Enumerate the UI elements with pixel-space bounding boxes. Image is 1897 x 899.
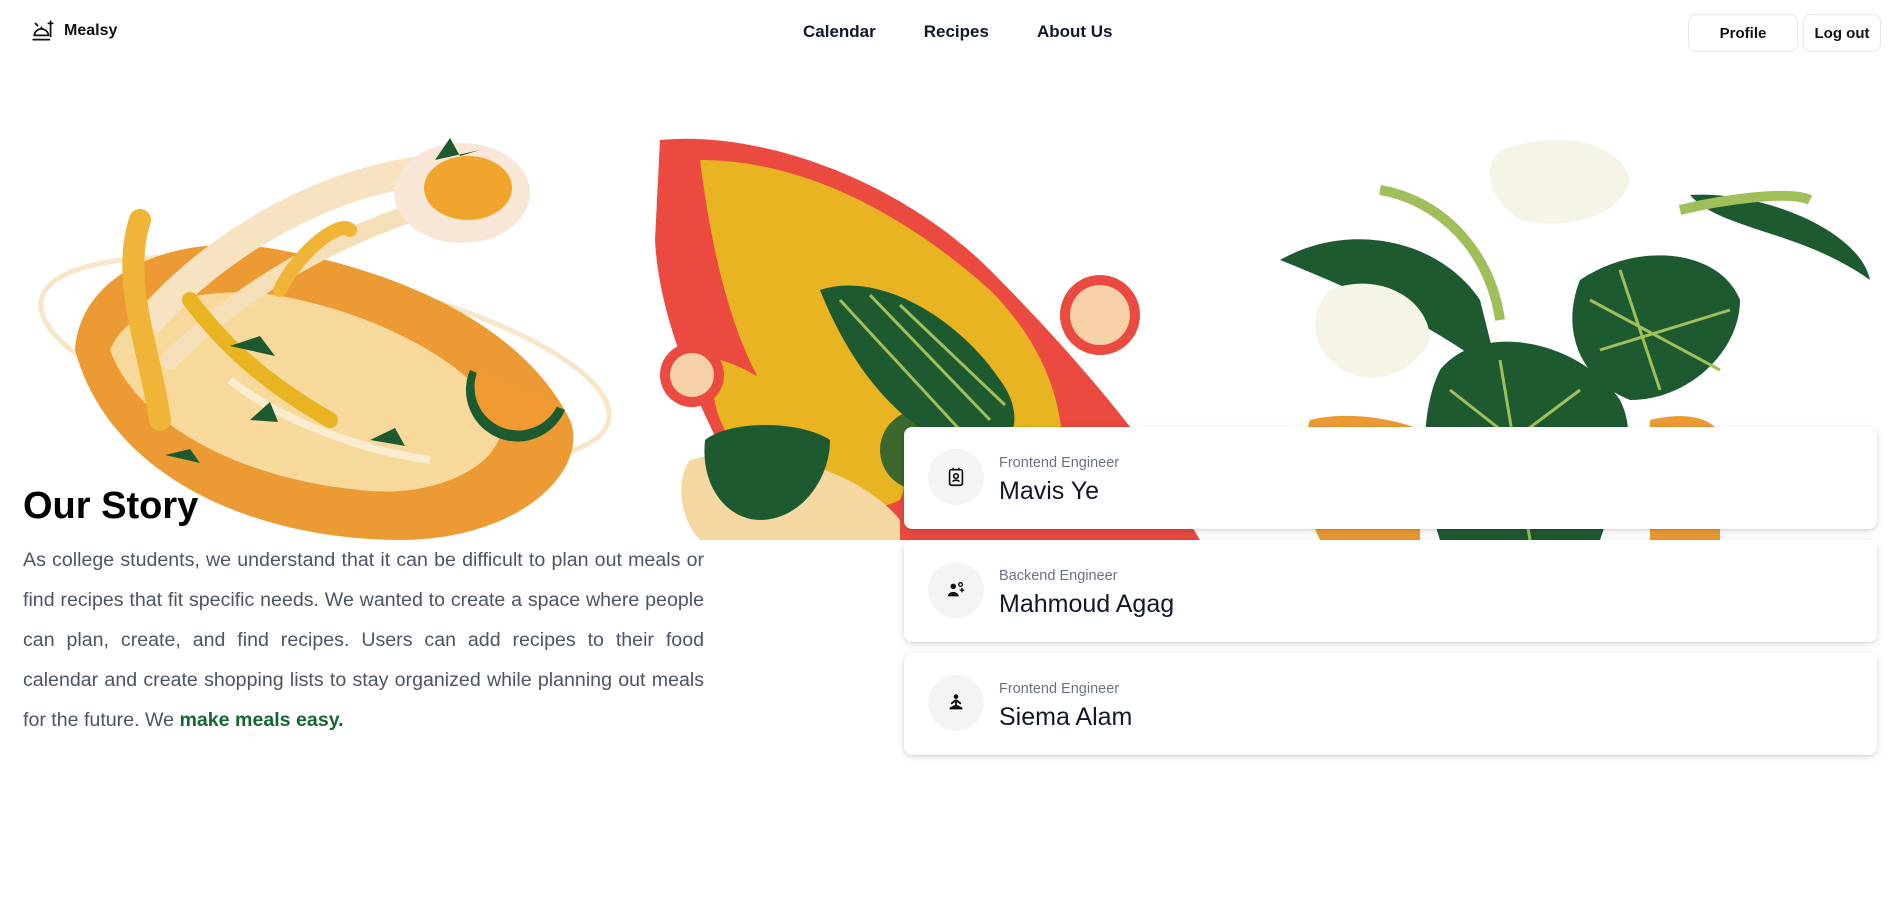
brand-logo[interactable]: Mealsy bbox=[30, 18, 117, 44]
team-card-mavis[interactable]: Frontend Engineer Mavis Ye bbox=[904, 427, 1877, 529]
story-highlight: make meals easy. bbox=[179, 709, 344, 731]
nav-link-about-us[interactable]: About Us bbox=[1037, 22, 1113, 42]
our-story-heading: Our Story bbox=[23, 485, 199, 527]
contact-card-icon bbox=[948, 467, 964, 487]
team-role: Frontend Engineer bbox=[999, 455, 1120, 471]
team-role: Frontend Engineer bbox=[999, 681, 1120, 697]
nav-link-calendar[interactable]: Calendar bbox=[803, 22, 876, 42]
team-name: Siema Alam bbox=[999, 703, 1133, 731]
team-avatar bbox=[928, 449, 984, 505]
team-name: Mahmoud Agag bbox=[999, 590, 1175, 618]
brand-name: Mealsy bbox=[64, 22, 118, 39]
noodle-bowl-illustration bbox=[38, 138, 612, 540]
nav-link-recipes[interactable]: Recipes bbox=[924, 22, 989, 42]
story-body: As college students, we understand that … bbox=[23, 549, 704, 731]
nav-links: Calendar Recipes About Us bbox=[803, 22, 1113, 42]
meditation-person-icon bbox=[949, 694, 963, 710]
team-name: Mavis Ye bbox=[999, 477, 1100, 505]
team-role: Backend Engineer bbox=[999, 568, 1118, 584]
team-card-mahmoud[interactable]: Backend Engineer Mahmoud Agag bbox=[904, 540, 1877, 642]
team-card-siema[interactable]: Frontend Engineer Siema Alam bbox=[904, 653, 1877, 755]
profile-button[interactable]: Profile bbox=[1688, 14, 1798, 52]
our-story-paragraph: As college students, we understand that … bbox=[23, 540, 704, 740]
food-tray-icon bbox=[32, 20, 54, 41]
team-avatar bbox=[928, 562, 984, 618]
logout-button[interactable]: Log out bbox=[1803, 14, 1881, 52]
top-navbar: Mealsy Calendar Recipes About Us Profile… bbox=[0, 0, 1897, 62]
people-group-icon bbox=[947, 581, 965, 597]
team-avatar bbox=[928, 675, 984, 731]
